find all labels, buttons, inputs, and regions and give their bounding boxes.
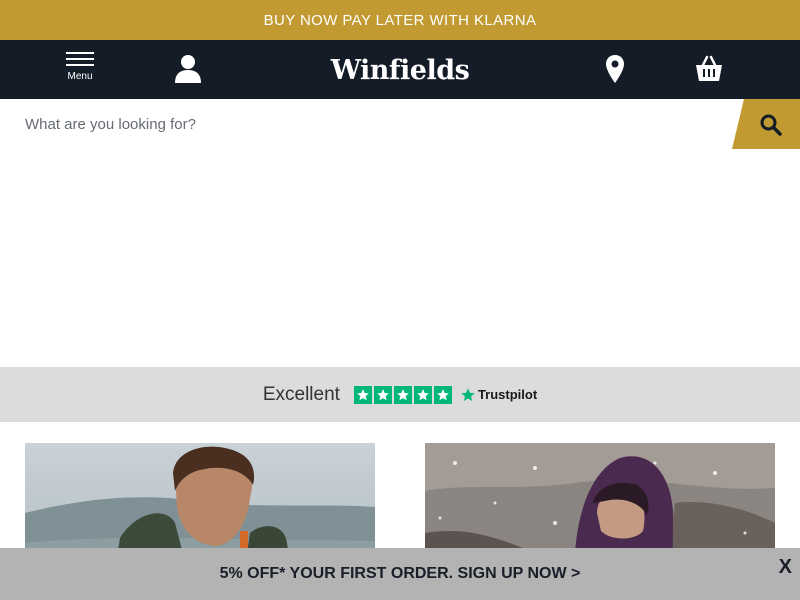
- site-logo[interactable]: Winfields: [320, 50, 480, 90]
- promo-text[interactable]: BUY NOW PAY LATER WITH KLARNA: [264, 12, 537, 29]
- basket-icon: [696, 55, 722, 81]
- search-icon: [760, 114, 782, 136]
- basket-button[interactable]: [694, 54, 724, 84]
- hamburger-icon: [66, 52, 94, 70]
- location-pin-icon: [606, 55, 624, 83]
- star-icon: [413, 385, 432, 404]
- site-header: Menu Winfields: [0, 40, 800, 99]
- trustpilot-rating-label: Excellent: [262, 383, 340, 405]
- trustpilot-logo: Trustpilot: [460, 387, 537, 403]
- search-bar: [0, 99, 800, 149]
- menu-button[interactable]: Menu: [60, 52, 100, 88]
- star-icon: [373, 385, 392, 404]
- signup-banner: 5% OFF* YOUR FIRST ORDER. SIGN UP NOW > …: [0, 548, 800, 600]
- user-icon: [175, 55, 201, 83]
- search-button[interactable]: [732, 99, 800, 149]
- star-icon: [433, 385, 452, 404]
- trustpilot-brand: Trustpilot: [477, 387, 538, 402]
- close-signup-button[interactable]: X: [779, 556, 792, 579]
- trustpilot-widget[interactable]: Excellent Trustpilot: [0, 367, 800, 422]
- menu-label: Menu: [67, 71, 93, 82]
- signup-link[interactable]: 5% OFF* YOUR FIRST ORDER. SIGN UP NOW >: [220, 565, 581, 583]
- star-icon: [353, 385, 372, 404]
- promo-banner[interactable]: BUY NOW PAY LATER WITH KLARNA: [0, 0, 800, 40]
- trustpilot-stars: [353, 385, 452, 404]
- account-button[interactable]: [174, 54, 202, 84]
- trustpilot-star-icon: [461, 387, 475, 401]
- star-icon: [393, 385, 412, 404]
- store-locator-button[interactable]: [604, 54, 626, 84]
- search-input[interactable]: [0, 99, 740, 149]
